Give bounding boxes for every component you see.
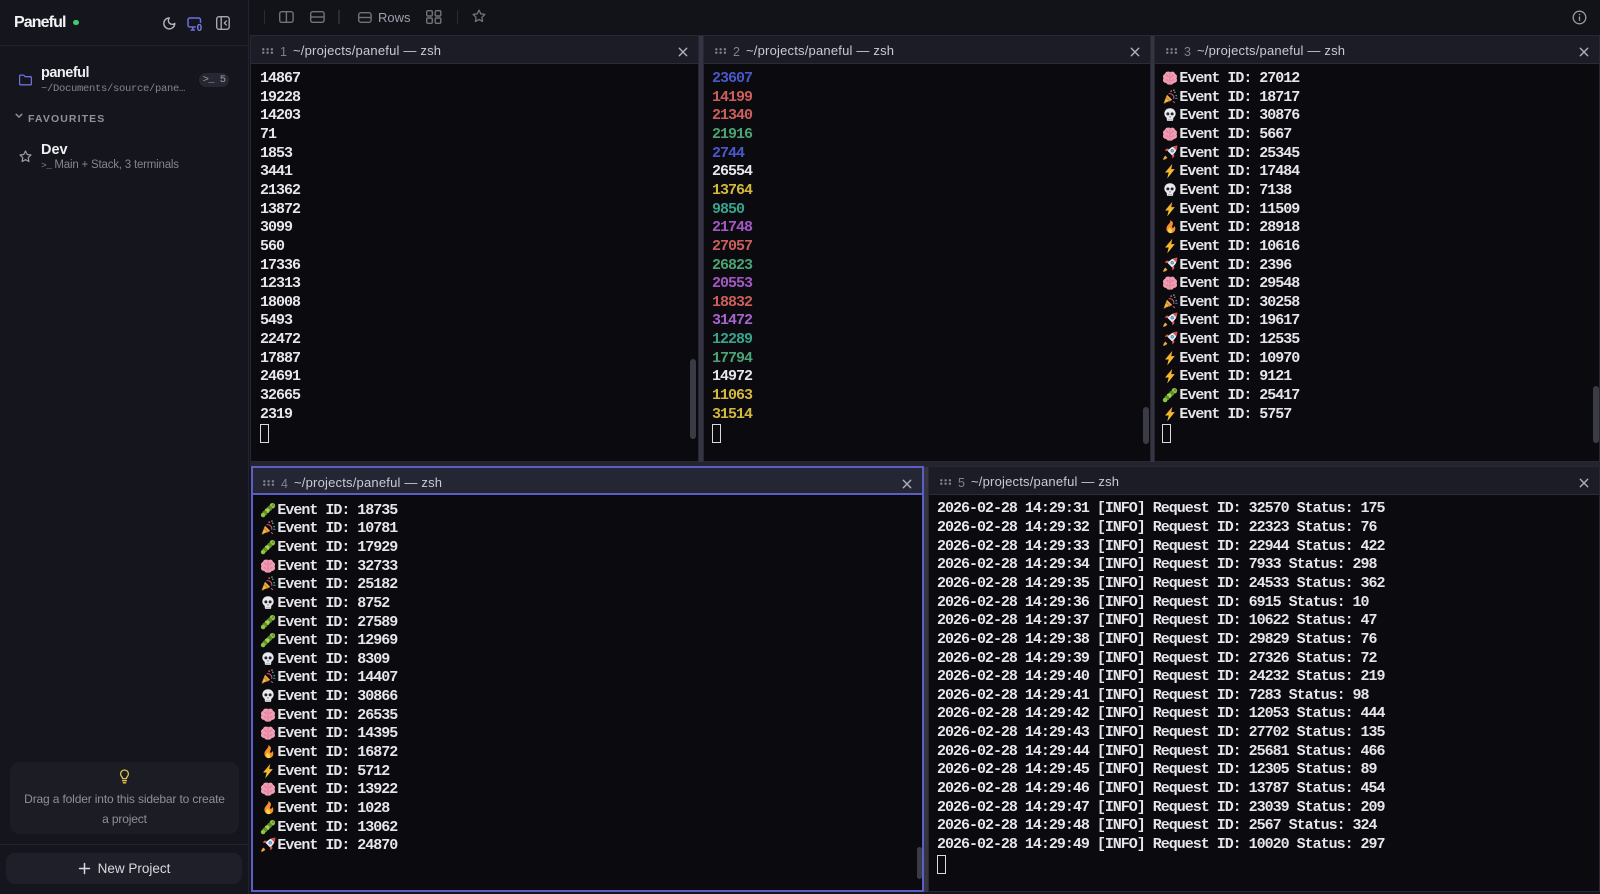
svg-text:0: 0 xyxy=(197,23,203,32)
